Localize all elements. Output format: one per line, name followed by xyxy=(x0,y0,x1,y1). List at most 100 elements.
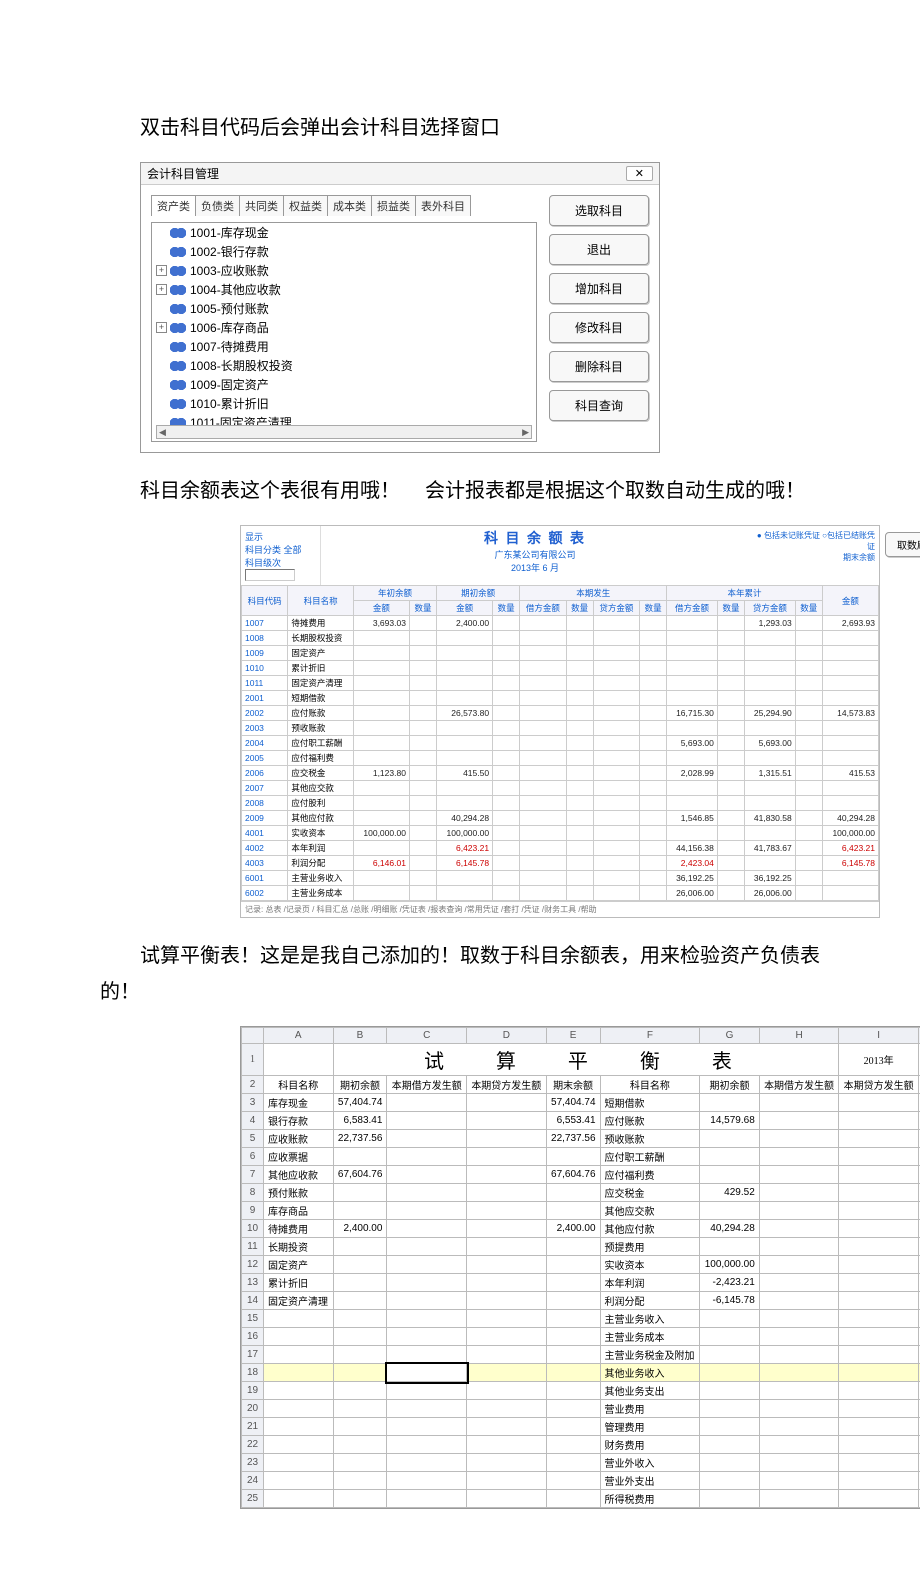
table-row[interactable]: 24营业外支出 xyxy=(242,1472,920,1490)
category-tab[interactable]: 共同类 xyxy=(239,195,284,216)
table-row[interactable]: 1009固定资产 xyxy=(242,646,879,661)
balance-footer: 记录: 总表 /记录页 / 科目汇总 /总账 /明细账 /凭证表 /报表查询 /… xyxy=(241,901,879,917)
category-label: 科目分类 xyxy=(245,545,281,555)
col-header[interactable]: H xyxy=(759,1028,839,1044)
table-row[interactable]: 23营业外收入 xyxy=(242,1454,920,1472)
table-row[interactable]: 2009其他应付款40,294.281,546.8541,830.5840,29… xyxy=(242,811,879,826)
column-header: 期初余额 xyxy=(333,1076,387,1094)
dialog-action-button[interactable]: 删除科目 xyxy=(549,351,649,382)
col-header[interactable]: C xyxy=(387,1028,467,1044)
year-label: 2013年 xyxy=(839,1044,919,1076)
table-row[interactable]: 7其他应收款67,604.7667,604.76应付福利费 xyxy=(242,1166,920,1184)
dialog-action-button[interactable]: 选取科目 xyxy=(549,195,649,226)
table-row[interactable]: 17主营业务税金及附加 xyxy=(242,1346,920,1364)
table-row[interactable]: 6001主营业务收入36,192.2536,192.25 xyxy=(242,871,879,886)
tree-item[interactable]: 1008-长期股权投资 xyxy=(152,356,536,375)
col-header[interactable]: D xyxy=(467,1028,547,1044)
table-row[interactable]: 2007其他应交款 xyxy=(242,781,879,796)
table-row[interactable]: 2003预收账款 xyxy=(242,721,879,736)
tree-item-label: 1007-待摊费用 xyxy=(190,338,269,355)
table-row[interactable]: 12固定资产实收资本100,000.00100,000.00 xyxy=(242,1256,920,1274)
tree-item[interactable]: 1007-待摊费用 xyxy=(152,337,536,356)
table-row[interactable]: 22财务费用 xyxy=(242,1436,920,1454)
account-tree[interactable]: 1001-库存现金1002-银行存款+1003-应收账款+1004-其他应收款1… xyxy=(151,222,537,442)
dialog-action-button[interactable]: 增加科目 xyxy=(549,273,649,304)
category-tab[interactable]: 权益类 xyxy=(283,195,328,216)
paragraph-1: 双击科目代码后会弹出会计科目选择窗口 xyxy=(100,110,820,146)
dialog-action-button[interactable]: 退出 xyxy=(549,234,649,265)
filter-option[interactable]: ● 包括未记账凭证 ○包括已结账凭证 xyxy=(753,530,875,552)
table-row[interactable]: 19其他业务支出 xyxy=(242,1382,920,1400)
table-row[interactable]: 8预付账款应交税金429.52429.52 xyxy=(242,1184,920,1202)
butterfly-icon xyxy=(170,341,186,353)
table-row[interactable]: 2006应交税金1,123.80415.502,028.991,315.5141… xyxy=(242,766,879,781)
category-tab[interactable]: 负债类 xyxy=(195,195,240,216)
paragraph-2: 科目余额表这个表很有用哦！ 会计报表都是根据这个取数自动生成的哦！ xyxy=(100,473,820,509)
dialog-action-button[interactable]: 修改科目 xyxy=(549,312,649,343)
tree-item[interactable]: 1010-累计折旧 xyxy=(152,394,536,413)
col-header[interactable]: E xyxy=(546,1028,600,1044)
table-row[interactable]: 9库存商品其他应交款 xyxy=(242,1202,920,1220)
trial-balance-table[interactable]: ABCDEFGHIJKL1试 算 平 衡 表2013年6月2科目名称期初余额本期… xyxy=(241,1027,920,1508)
table-row[interactable]: 21管理费用 xyxy=(242,1418,920,1436)
table-row[interactable]: 1008长期股权投资 xyxy=(242,631,879,646)
table-row[interactable]: 2004应付职工薪酬5,693.005,693.00 xyxy=(242,736,879,751)
tree-item[interactable]: +1003-应收账款 xyxy=(152,261,536,280)
table-row[interactable]: 2008应付股利 xyxy=(242,796,879,811)
tree-item[interactable]: 1009-固定资产 xyxy=(152,375,536,394)
col-header[interactable]: B xyxy=(333,1028,387,1044)
column-header: 本期贷方发生额 xyxy=(467,1076,547,1094)
tree-item-label: 1001-库存现金 xyxy=(190,224,269,241)
butterfly-icon xyxy=(170,322,186,334)
tree-item[interactable]: 1001-库存现金 xyxy=(152,223,536,242)
butterfly-icon xyxy=(170,398,186,410)
tree-item[interactable]: +1006-库存商品 xyxy=(152,318,536,337)
table-row[interactable]: 4001实收资本100,000.00100,000.00100,000.00 xyxy=(242,826,879,841)
table-row[interactable]: 2005应付福利费 xyxy=(242,751,879,766)
table-row[interactable]: 16主营业务成本 xyxy=(242,1328,920,1346)
close-icon[interactable]: ✕ xyxy=(626,166,653,181)
table-row[interactable]: 2001短期借款 xyxy=(242,691,879,706)
table-row[interactable]: 6002主营业务成本26,006.0026,006.00 xyxy=(242,886,879,901)
expand-icon[interactable]: + xyxy=(156,322,167,333)
table-row[interactable]: 2002应付账款26,573.8016,715.3025,294.9014,57… xyxy=(242,706,879,721)
table-row[interactable]: 4003利润分配6,146.016,145.782,423.046,145.78 xyxy=(242,856,879,871)
table-row[interactable]: 13累计折旧本年利润-2,423.21-2,423.21 xyxy=(242,1274,920,1292)
table-row[interactable]: 25所得税费用 xyxy=(242,1490,920,1508)
refresh-button[interactable]: 取数刷新 xyxy=(885,532,920,557)
table-row[interactable]: 3库存现金57,404.7457,404.74短期借款 xyxy=(242,1094,920,1112)
table-row[interactable]: 1011固定资产清理 xyxy=(242,676,879,691)
col-header[interactable]: F xyxy=(600,1028,700,1044)
tree-item[interactable]: 1002-银行存款 xyxy=(152,242,536,261)
tree-item[interactable]: 1005-预付账款 xyxy=(152,299,536,318)
table-row[interactable]: 15主营业务收入 xyxy=(242,1310,920,1328)
table-row[interactable]: 4002本年利润6,423.2144,156.3841,783.676,423.… xyxy=(242,841,879,856)
table-row[interactable]: 10待摊费用2,400.002,400.00其他应付款40,294.2840,2… xyxy=(242,1220,920,1238)
table-row[interactable]: 5应收账款22,737.5622,737.56预收账款 xyxy=(242,1130,920,1148)
category-tab[interactable]: 损益类 xyxy=(371,195,416,216)
balance-title: 科 目 余 额 表 xyxy=(321,528,749,548)
table-row[interactable]: 4银行存款6,583.416,553.41应付账款14,579.6814,579… xyxy=(242,1112,920,1130)
category-tab[interactable]: 成本类 xyxy=(327,195,372,216)
table-row[interactable]: 18其他业务收入 xyxy=(242,1364,920,1382)
col-header[interactable]: G xyxy=(700,1028,760,1044)
table-row[interactable]: 1010累计折旧 xyxy=(242,661,879,676)
table-row[interactable]: 20营业费用 xyxy=(242,1400,920,1418)
tree-item[interactable]: +1004-其他应收款 xyxy=(152,280,536,299)
tree-scrollbar[interactable]: ◀▶ xyxy=(156,425,532,439)
table-row[interactable]: 1007待摊费用3,693.032,400.001,293.032,693.93 xyxy=(242,616,879,631)
table-row[interactable]: 6应收票据应付职工薪酬 xyxy=(242,1148,920,1166)
col-header[interactable]: A xyxy=(264,1028,334,1044)
tree-item-label: 1008-长期股权投资 xyxy=(190,357,293,374)
dialog-action-button[interactable]: 科目查询 xyxy=(549,390,649,421)
col-header[interactable]: I xyxy=(839,1028,919,1044)
expand-icon[interactable]: + xyxy=(156,265,167,276)
table-row[interactable]: 14固定资产清理利润分配-6,145.78-6,145.78 xyxy=(242,1292,920,1310)
level-input[interactable] xyxy=(245,569,295,581)
category-tab[interactable]: 表外科目 xyxy=(415,195,471,216)
column-header: 科目名称 xyxy=(600,1076,700,1094)
expand-icon[interactable]: + xyxy=(156,284,167,295)
table-row[interactable]: 11长期投资预提费用 xyxy=(242,1238,920,1256)
category-tab[interactable]: 资产类 xyxy=(151,195,196,216)
level-label: 科目级次 xyxy=(245,558,281,568)
